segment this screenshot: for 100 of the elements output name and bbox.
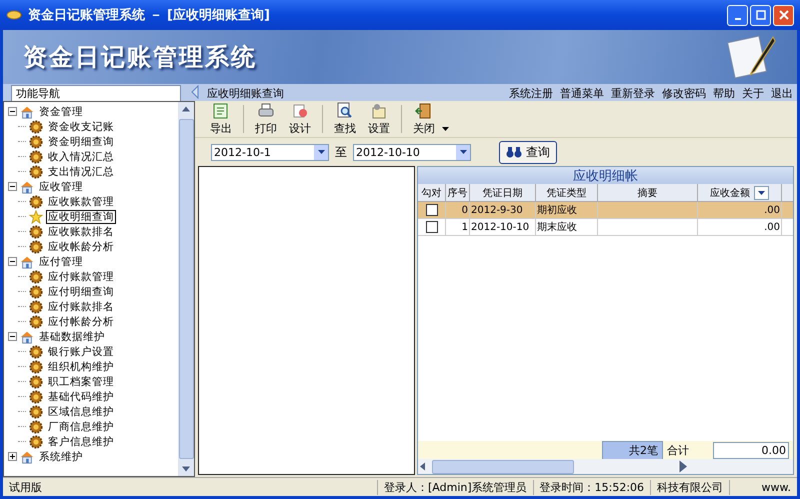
toolbar-button[interactable]: 打印 <box>250 102 282 136</box>
gear-icon <box>29 120 43 134</box>
status-text: 科技有限公司 <box>651 480 730 494</box>
table-cell: 2012-10-10 <box>470 219 536 235</box>
dropdown-arrow-icon <box>460 150 466 154</box>
range-label: 至 <box>335 144 347 160</box>
table-cell: 2012-9-30 <box>470 202 536 218</box>
top-menu-item[interactable]: 重新登录 <box>611 86 655 101</box>
page-title: 应收明细账查询 <box>207 86 284 101</box>
total-label: 合计 <box>667 442 689 458</box>
maximize-button[interactable] <box>750 4 771 26</box>
top-menu-item[interactable]: 普通菜单 <box>560 86 604 101</box>
gear-icon <box>29 360 43 374</box>
tree-item[interactable]: 应收明细查询 <box>46 210 116 224</box>
page-icon <box>291 102 309 120</box>
total-value: 0.00 <box>713 442 789 458</box>
tree-item[interactable]: 应付明细查询 <box>46 284 116 298</box>
vertical-scrollbar[interactable] <box>178 102 194 476</box>
tree-item[interactable]: 资金收支记账 <box>46 120 116 134</box>
search-icon <box>336 102 354 120</box>
tree-item[interactable]: 组织机构维护 <box>46 360 116 374</box>
house-icon <box>20 330 34 344</box>
top-menu-item[interactable]: 退出 <box>771 86 793 101</box>
gear-icon <box>29 300 43 314</box>
toolbar-button[interactable]: 设计 <box>284 102 316 136</box>
grid-row[interactable]: 1 2012-10-10 期末应收 .00 <box>418 219 793 236</box>
tree-item[interactable]: 银行账户设置 <box>46 344 116 358</box>
gear-icon <box>29 164 43 178</box>
collapse-icon[interactable] <box>8 332 17 341</box>
star-icon <box>29 210 43 224</box>
tree-item[interactable]: 基础代码维护 <box>46 390 116 404</box>
gear-icon <box>29 434 43 448</box>
nav-tab[interactable]: 功能导航 <box>11 85 181 101</box>
gear-icon <box>29 194 43 208</box>
toolbar-button[interactable]: 导出 <box>205 102 237 136</box>
top-menu-item[interactable]: 关于 <box>742 86 764 101</box>
top-menu-item[interactable]: 系统注册 <box>509 86 553 101</box>
tree-group[interactable]: 基础数据维护 <box>37 330 107 344</box>
app-icon <box>6 10 22 20</box>
tree-group[interactable]: 应收管理 <box>37 180 85 194</box>
table-cell: 1 <box>446 219 470 235</box>
tree-group[interactable]: 系统维护 <box>37 450 85 464</box>
tree-item[interactable]: 应付账款管理 <box>46 270 116 284</box>
tree-item[interactable]: 应付账款排名 <box>46 300 116 314</box>
tree-item[interactable]: 资金明细查询 <box>46 134 116 148</box>
gear-icon <box>29 240 43 254</box>
close-button[interactable] <box>773 4 794 26</box>
end-date-dropdown[interactable]: 2012-10-10 <box>353 144 471 160</box>
gear-icon <box>29 344 43 358</box>
query-button[interactable]: 查询 <box>499 140 557 164</box>
top-menu-item[interactable]: 帮助 <box>713 86 735 101</box>
table-cell: 0 <box>446 202 470 218</box>
toolbar-button[interactable]: 设置 <box>363 102 395 136</box>
column-header[interactable]: 凭证类型 <box>536 184 598 201</box>
minimize-button[interactable] <box>727 4 748 26</box>
top-menu-item[interactable]: 修改密码 <box>662 86 706 101</box>
checkbox[interactable] <box>426 221 438 233</box>
tree-group[interactable]: 资金管理 <box>37 104 85 118</box>
toolbar-button[interactable]: 查找 <box>329 102 361 136</box>
banner-title: 资金日记账管理系统 <box>23 42 257 73</box>
checkbox[interactable] <box>426 204 438 216</box>
dropdown-arrow-icon[interactable] <box>442 127 449 131</box>
tree-item[interactable]: 收入情况汇总 <box>46 150 116 164</box>
house-icon <box>20 104 34 118</box>
tree-item[interactable]: 支出情况汇总 <box>46 164 116 178</box>
start-date-dropdown[interactable]: 2012-10-1 <box>211 144 329 160</box>
tree-group[interactable]: 应付管理 <box>37 254 85 268</box>
column-header[interactable]: 应收金额 <box>698 184 782 201</box>
tree-item[interactable]: 应收账款排名 <box>46 224 116 238</box>
tree-item[interactable]: 区域信息维护 <box>46 404 116 418</box>
column-header[interactable]: 凭证日期 <box>470 184 536 201</box>
status-text: 试用版 <box>3 480 378 494</box>
dropdown-arrow-icon <box>318 150 324 154</box>
expand-icon[interactable] <box>8 452 17 461</box>
column-header[interactable]: 勾对 <box>418 184 446 201</box>
house-icon <box>20 254 34 268</box>
tree-item[interactable]: 客户信息维护 <box>46 434 116 448</box>
gear-icon <box>29 150 43 164</box>
collapse-icon[interactable] <box>8 257 17 266</box>
horizontal-scrollbar[interactable] <box>418 459 793 474</box>
column-header[interactable]: 摘要 <box>598 184 698 201</box>
tree-item[interactable]: 应付帐龄分析 <box>46 314 116 328</box>
collapse-icon[interactable] <box>8 107 17 116</box>
tree-item[interactable]: 职工档案管理 <box>46 374 116 388</box>
collapse-icon[interactable] <box>8 182 17 191</box>
table-cell: .00 <box>698 202 782 218</box>
gear-icon <box>29 284 43 298</box>
gear-icon <box>29 314 43 328</box>
tree-item[interactable]: 应收账款管理 <box>46 194 116 208</box>
column-header[interactable]: 序号 <box>446 184 470 201</box>
collapse-arrow-icon[interactable] <box>191 85 199 99</box>
tree-item[interactable]: 厂商信息维护 <box>46 420 116 434</box>
settings-icon <box>370 102 388 120</box>
toolbar-button[interactable]: 关闭 <box>408 102 440 136</box>
gear-icon <box>29 420 43 434</box>
grid-row[interactable]: 0 2012-9-30 期初应收 .00 <box>418 202 793 219</box>
dropdown-arrow-icon[interactable] <box>758 190 765 194</box>
status-text: www. <box>760 480 792 494</box>
tree-item[interactable]: 应收帐龄分析 <box>46 240 116 254</box>
paper-pen-icon <box>727 33 777 81</box>
